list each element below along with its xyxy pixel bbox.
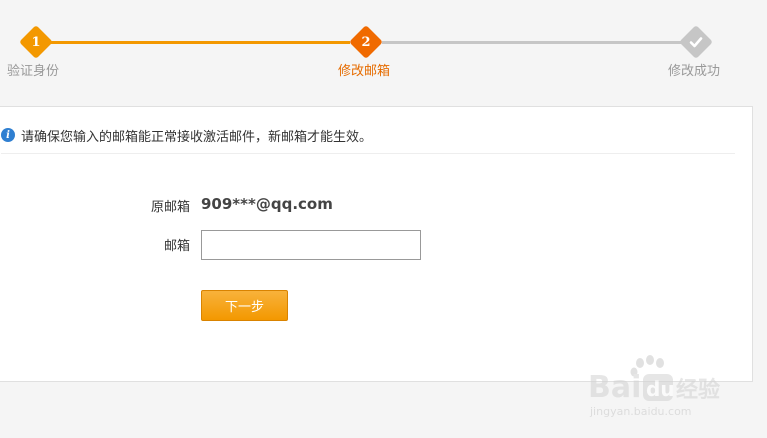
notice-text: 请确保您输入的邮箱能正常接收激活邮件，新邮箱才能生效。	[21, 129, 373, 145]
step-1-number: 1	[31, 34, 41, 50]
email-label: 邮箱	[163, 239, 190, 254]
step-1-marker: 1	[19, 25, 53, 59]
step-3-label: 修改成功	[668, 64, 721, 79]
step-1-label: 验证身份	[7, 64, 60, 79]
change-email-panel: i 请确保您输入的邮箱能正常接收激活邮件，新邮箱才能生效。 原邮箱 909***…	[0, 106, 753, 382]
step-connector-completed	[50, 41, 350, 44]
step-2-number: 2	[361, 34, 371, 50]
divider	[1, 153, 735, 154]
original-email-label: 原邮箱	[150, 200, 190, 215]
next-step-button[interactable]: 下一步	[201, 290, 288, 321]
page: 1 2 验证身份 修改邮箱 修改成功 i 请确保您输入的邮箱能正常接收激活邮件，…	[0, 0, 767, 438]
step-2-label: 修改邮箱	[338, 64, 391, 79]
checkmark-icon	[684, 30, 708, 54]
step-2-marker: 2	[349, 25, 383, 59]
original-email-value: 909***@qq.com	[201, 195, 333, 213]
svg-text:jingyan.baidu.com: jingyan.baidu.com	[589, 405, 692, 418]
step-3-marker	[679, 25, 713, 59]
info-icon: i	[1, 128, 15, 142]
step-connector-pending	[382, 41, 682, 44]
notice-message: i 请确保您输入的邮箱能正常接收激活邮件，新邮箱才能生效。	[1, 125, 372, 145]
progress-stepper: 1 2 验证身份 修改邮箱 修改成功	[0, 0, 767, 95]
email-input[interactable]	[201, 230, 421, 260]
